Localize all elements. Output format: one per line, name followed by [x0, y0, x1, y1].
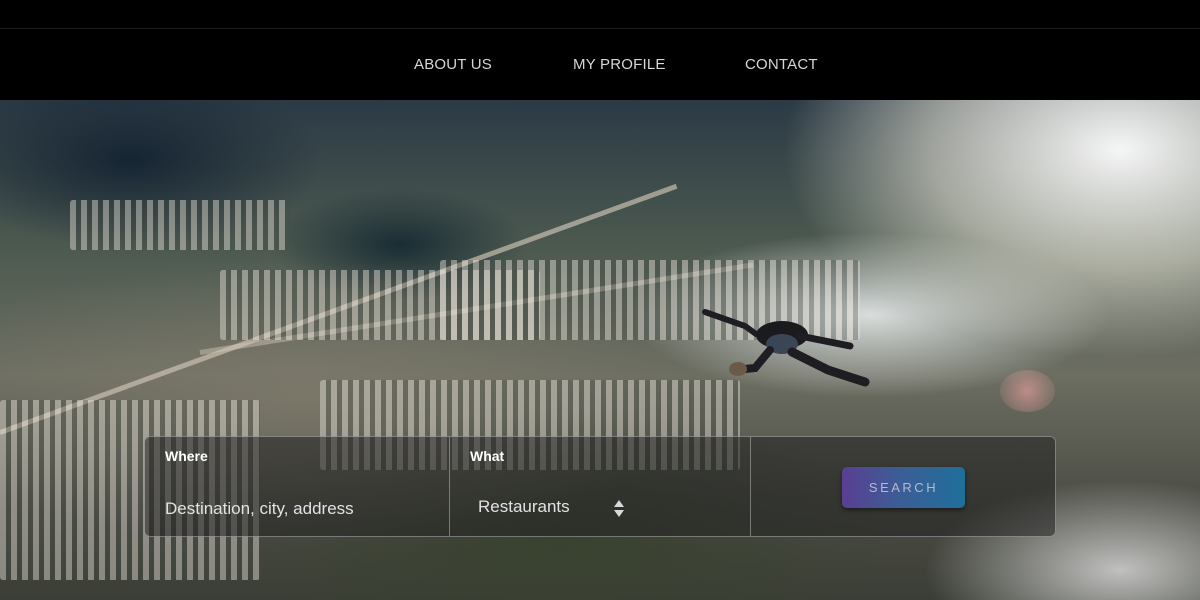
- nav-link-my-profile[interactable]: MY PROFILE: [573, 56, 666, 73]
- top-bar: [0, 0, 1200, 29]
- what-field: What Restaurants: [450, 437, 751, 536]
- search-button[interactable]: SEARCH: [842, 467, 965, 508]
- what-label: What: [470, 448, 505, 464]
- where-input[interactable]: [165, 495, 435, 523]
- main-navigation: ABOUT US MY PROFILE CONTACT: [0, 30, 1200, 100]
- skydiver-figure: [702, 309, 870, 387]
- where-field: Where: [145, 437, 450, 536]
- nav-link-contact[interactable]: CONTACT: [745, 56, 818, 73]
- search-panel: Where What Restaurants SEARCH: [144, 436, 1056, 537]
- nav-link-about-us[interactable]: ABOUT US: [414, 56, 492, 73]
- updown-chevron-icon[interactable]: [612, 499, 626, 519]
- lens-flare: [1000, 370, 1055, 412]
- where-label: Where: [165, 448, 208, 464]
- hero-city-block: [70, 200, 290, 250]
